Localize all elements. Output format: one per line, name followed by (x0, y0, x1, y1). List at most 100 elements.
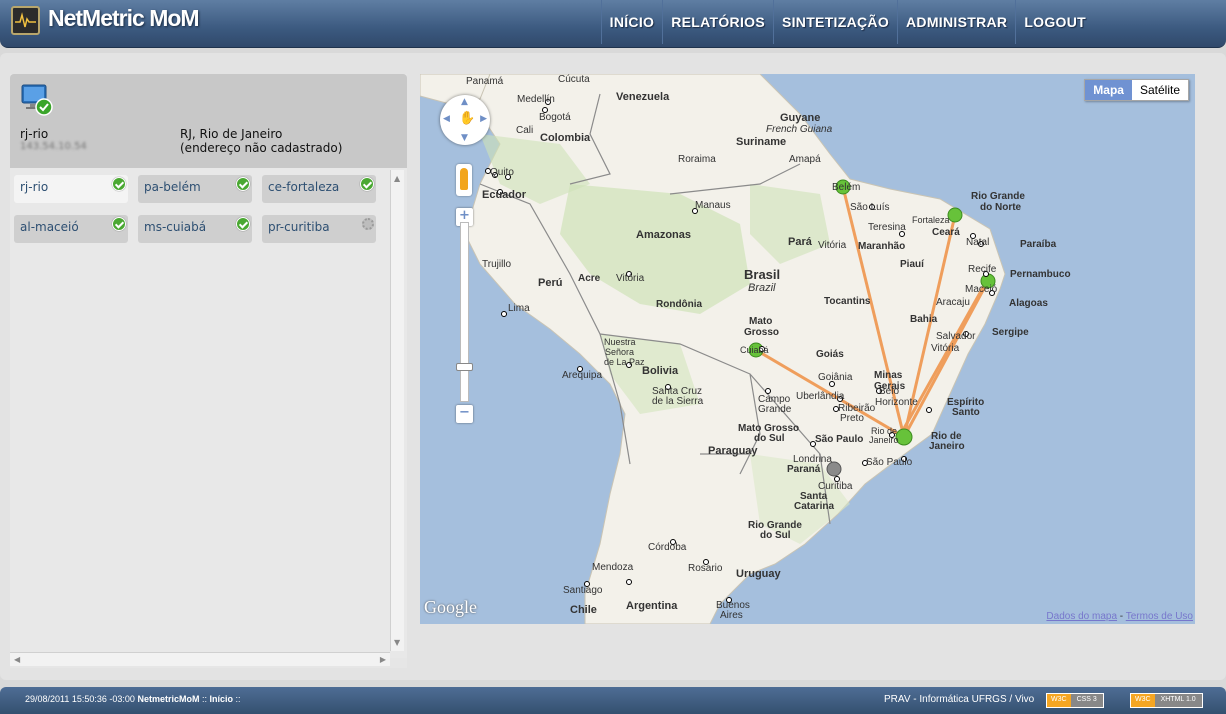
map-view[interactable]: Panamá Cúcuta Venezuela Medellín Bogotá … (420, 74, 1195, 624)
agent-label: pr-curitiba (268, 220, 330, 234)
pan-up-icon[interactable]: ▲ (461, 97, 468, 107)
map-label: de la Sierra (652, 396, 704, 407)
map-label: Lima (508, 303, 530, 314)
map-label: Ecuador (482, 189, 527, 201)
scroll-down-icon[interactable]: ▼ (394, 638, 400, 647)
map-label: Manaus (695, 200, 731, 211)
agent-item-rj-rio[interactable]: rj-rio (14, 175, 128, 203)
map-type-control: Mapa Satélite (1084, 79, 1189, 101)
nav-inicio[interactable]: INÍCIO (600, 0, 663, 44)
footer-status: 29/08/2011 15:50:36 -03:00 NetmetricMoM … (25, 694, 241, 704)
w3c-xhtml-badge[interactable]: W3C XHTML 1.0 (1130, 693, 1203, 708)
map-label: São Luís (850, 202, 890, 213)
google-logo: Google (424, 597, 477, 617)
map-type-satelite-button[interactable]: Satélite (1131, 80, 1188, 100)
map-label: Arequipa (562, 370, 603, 381)
map-label: Bahia (910, 314, 938, 325)
scroll-right-icon[interactable]: ▶ (380, 655, 386, 664)
agent-item-pa-belem[interactable]: pa-belém (138, 175, 252, 203)
map-label: Vitória (616, 273, 645, 284)
map-label: Trujillo (482, 259, 512, 270)
map-label: Mato (749, 316, 773, 327)
map-label: Maceió (965, 284, 998, 295)
map-label: Brazil (748, 282, 776, 294)
map-label: Argentina (626, 600, 678, 612)
main-nav: INÍCIO RELATÓRIOS SINTETIZAÇÃO ADMINISTR… (600, 0, 1094, 44)
scroll-up-icon[interactable]: ▲ (394, 174, 400, 183)
device-location: RJ, Rio de Janeiro (endereço não cadastr… (180, 127, 342, 155)
pan-control[interactable]: ▲ ▼ ◀ ▶ ✋ (440, 95, 490, 145)
terms-of-use-link[interactable]: Termos de Uso (1126, 611, 1193, 622)
map-label: Colombia (540, 132, 591, 144)
scroll-left-icon[interactable]: ◀ (14, 655, 20, 664)
map-label: Rondônia (656, 299, 703, 310)
map-label: Pernambuco (1010, 269, 1071, 280)
map-label: Cúcuta (558, 74, 590, 85)
map-label: Señora (605, 347, 635, 357)
badge-css-label: CSS 3 (1070, 694, 1103, 707)
horizontal-scrollbar[interactable]: ◀ ▶ (10, 652, 390, 666)
map-label: Santiago (563, 585, 603, 596)
zoom-out-button[interactable]: − (456, 405, 473, 423)
nav-sintetizacao[interactable]: SINTETIZAÇÃO (772, 0, 897, 44)
map-labels: Panamá Cúcuta Venezuela Medellín Bogotá … (420, 74, 1195, 624)
status-ok-icon (236, 177, 250, 191)
map-label: Grosso (744, 327, 780, 338)
device-city: RJ, Rio de Janeiro (180, 127, 283, 141)
map-label: Fortaleza (912, 215, 950, 225)
pegman-icon[interactable] (456, 164, 472, 196)
agent-item-pr-curitiba[interactable]: pr-curitiba (262, 215, 376, 243)
map-label: Uruguay (736, 568, 781, 580)
agent-item-ms-cuiaba[interactable]: ms-cuiabá (138, 215, 252, 243)
pan-down-icon[interactable]: ▼ (461, 133, 468, 143)
footer-datetime: 29/08/2011 15:50:36 -03:00 (25, 694, 135, 704)
agent-label: ce-fortaleza (268, 180, 340, 194)
map-label: Amazonas (636, 229, 692, 241)
map-label: Mendoza (592, 562, 634, 573)
map-label: Perú (538, 277, 563, 289)
agent-item-al-maceio[interactable]: al-maceió (14, 215, 128, 243)
map-label: Vitória (931, 343, 960, 354)
badge-xhtml-label: XHTML 1.0 (1154, 694, 1202, 707)
pan-left-icon[interactable]: ◀ (443, 114, 450, 124)
map-label: Vitória (818, 240, 847, 251)
status-pending-icon (362, 218, 374, 230)
map-label: Minas (874, 370, 903, 381)
zoom-slider-handle[interactable] (456, 363, 473, 371)
monitor-ok-icon (21, 83, 53, 117)
map-label: Recife (968, 264, 997, 275)
vertical-scrollbar[interactable]: ▲ ▼ (390, 170, 404, 651)
app-logo-icon (11, 6, 40, 35)
w3c-css-badge[interactable]: W3C CSS 3 (1046, 693, 1104, 708)
nav-relatorios[interactable]: RELATÓRIOS (662, 0, 773, 44)
status-ok-icon (360, 177, 374, 191)
app-footer: 29/08/2011 15:50:36 -03:00 NetmetricMoM … (0, 687, 1226, 714)
map-label: de La Paz (604, 357, 645, 367)
map-label: Preto (840, 413, 864, 424)
device-address: (endereço não cadastrado) (180, 141, 343, 155)
map-label: Tocantins (824, 296, 871, 307)
zoom-slider-track[interactable] (460, 222, 469, 402)
map-label: Panamá (466, 76, 504, 87)
map-label: Roraima (678, 154, 716, 165)
map-label: Belo (879, 386, 900, 397)
footer-credit: PRAV - Informática UFRGS / Vivo (884, 694, 1035, 705)
map-label: Goiânia (818, 372, 853, 383)
map-type-mapa-button[interactable]: Mapa (1085, 80, 1132, 100)
map-label: Natal (966, 237, 990, 248)
map-label: Teresina (868, 222, 906, 233)
map-data-link[interactable]: Dados do mapa (1046, 611, 1117, 622)
badge-w3c-label: W3C (1047, 694, 1071, 707)
map-attribution: Dados do mapa - Termos de Uso (1046, 611, 1193, 622)
nav-logout[interactable]: LOGOUT (1015, 0, 1094, 44)
nav-administrar[interactable]: ADMINISTRAR (897, 0, 1015, 44)
map-label: Rosario (688, 563, 723, 574)
pan-right-icon[interactable]: ▶ (480, 114, 487, 124)
map-label: Paraná (787, 464, 821, 475)
map-label: Horizonte (875, 397, 918, 408)
footer-app-name: NetmetricMoM (137, 694, 200, 704)
agent-label: pa-belém (144, 180, 201, 194)
map-label: Maranhão (858, 241, 906, 252)
agent-item-ce-fortaleza[interactable]: ce-fortaleza (262, 175, 376, 203)
device-name: rj-rio (20, 127, 49, 141)
